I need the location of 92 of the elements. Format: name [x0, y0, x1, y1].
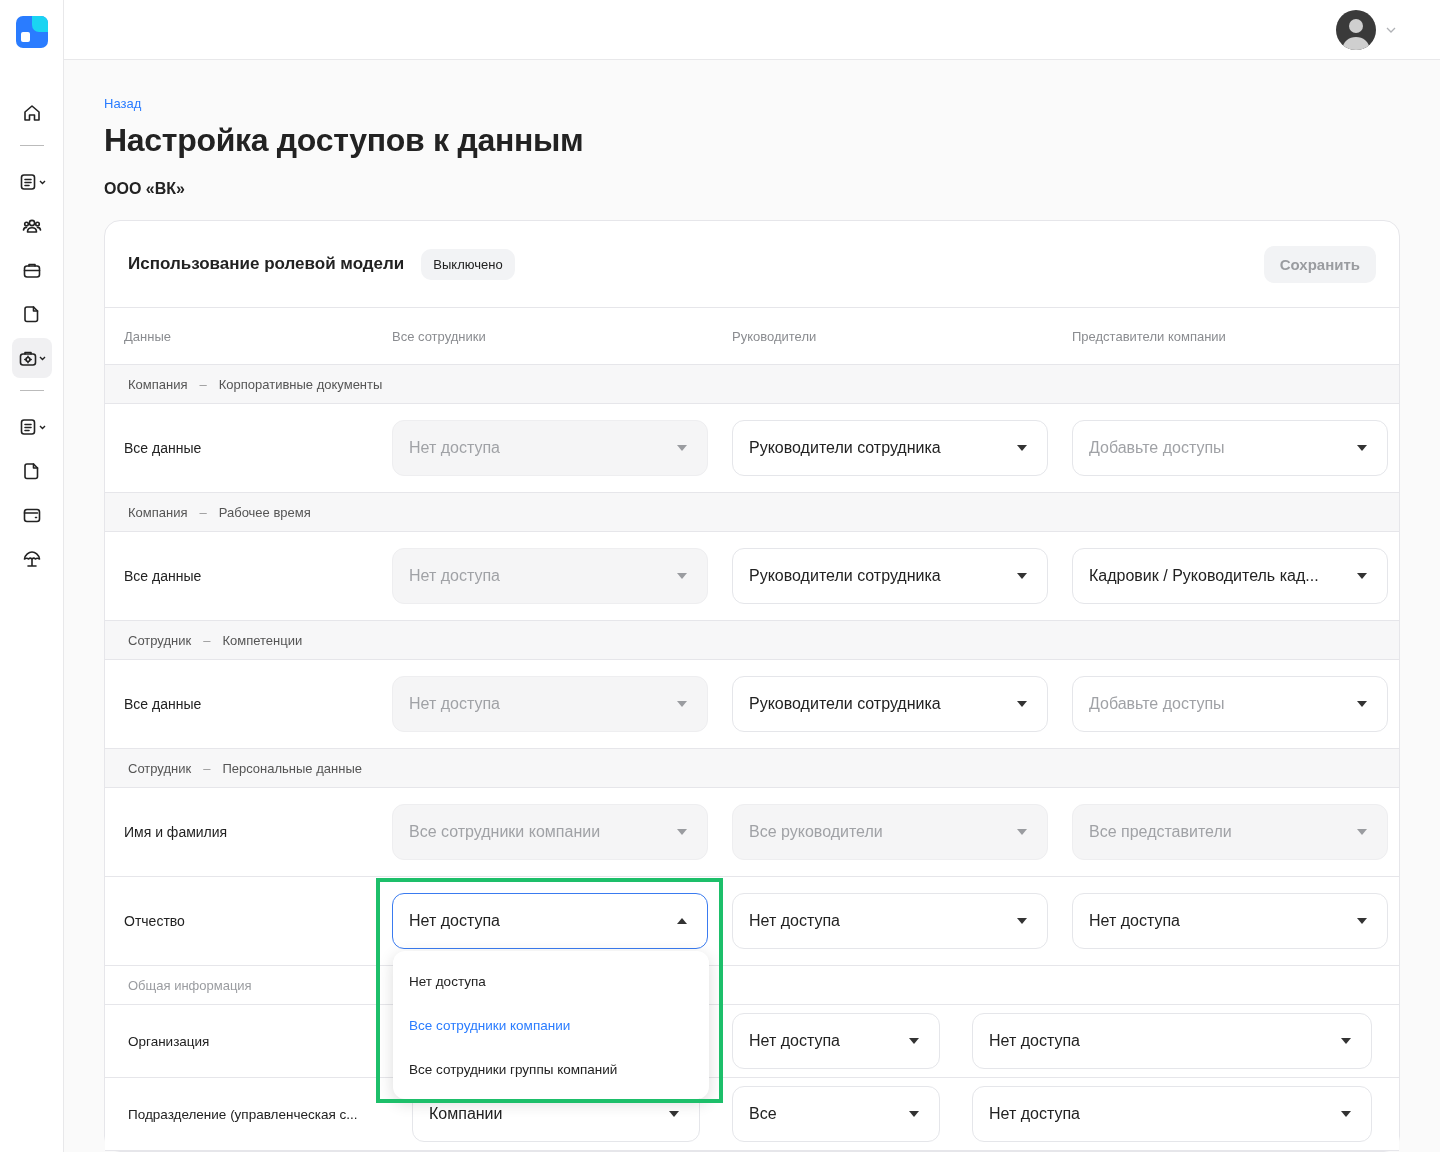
company-name: ООО «ВК»: [104, 180, 186, 198]
chevron-down-icon: [38, 179, 46, 185]
section-separator: –: [203, 760, 211, 776]
select-placeholder: Добавьте доступы: [1089, 439, 1226, 457]
caret-down-icon: [1017, 918, 1027, 924]
data-label: Отчество: [124, 913, 186, 929]
select-value: Нет доступа: [409, 912, 501, 930]
data-label: Все данные: [124, 440, 203, 456]
select-field[interactable]: Нет доступа: [732, 1013, 940, 1069]
column-header: Все сотрудники: [392, 328, 487, 344]
dropdown-option[interactable]: Все сотрудники компании: [393, 1003, 709, 1047]
data-label: Имя и фамилия: [124, 824, 229, 840]
back-link[interactable]: Назад: [104, 96, 142, 111]
select-field[interactable]: Нет доступа: [1072, 893, 1388, 949]
data-label: Все данные: [124, 568, 203, 584]
data-label: Подразделение (управленческая с...: [128, 1106, 359, 1122]
select-placeholder: Добавьте доступы: [1089, 695, 1226, 713]
caret-down-icon: [1357, 701, 1367, 707]
column-header: Руководители: [732, 328, 818, 344]
select-value: Кадровик / Руководитель кад...: [1089, 567, 1320, 585]
section-category: Компания: [128, 504, 188, 520]
select-value: Все руководители: [749, 823, 884, 841]
caret-down-icon: [1017, 445, 1027, 451]
select-value: Нет доступа: [1089, 912, 1181, 930]
caret-down-icon: [1017, 829, 1027, 835]
select-value: Нет доступа: [749, 912, 841, 930]
home-icon: [21, 103, 42, 123]
account-menu[interactable]: [1336, 9, 1396, 50]
select-value: Компании: [429, 1105, 504, 1123]
section-separator: –: [199, 376, 207, 392]
caret-down-icon: [669, 1111, 679, 1117]
caret-down-icon: [909, 1111, 919, 1117]
caret-down-icon: [1017, 701, 1027, 707]
select-value: Руководители сотрудника: [749, 695, 942, 713]
select-value: Нет доступа: [989, 1105, 1081, 1123]
select-value: Нет доступа: [989, 1032, 1081, 1050]
caret-down-icon: [1341, 1038, 1351, 1044]
select-field[interactable]: Руководители сотрудника: [732, 548, 1048, 604]
dropdown-option[interactable]: Нет доступа: [393, 959, 709, 1003]
section-subcategory: Рабочее время: [218, 504, 311, 520]
section-subcategory: Корпоративные документы: [218, 376, 383, 392]
caret-down-icon: [677, 829, 687, 835]
chevron-down-icon: [1386, 26, 1396, 33]
caret-down-icon: [677, 573, 687, 579]
select-value: Все сотрудники компании: [409, 823, 602, 841]
status-chip: Выключено: [421, 248, 515, 280]
section-category: Сотрудник: [128, 760, 192, 776]
caret-down-icon: [909, 1038, 919, 1044]
caret-down-icon: [1357, 445, 1367, 451]
section-separator: –: [203, 632, 211, 648]
data-label: Все данные: [124, 696, 203, 712]
select-value: Нет доступа: [749, 1032, 841, 1050]
select-field[interactable]: Руководители сотрудника: [732, 420, 1048, 476]
select-field[interactable]: Все: [732, 1086, 940, 1142]
data-label: Организация: [128, 1033, 211, 1049]
section-category: Компания: [128, 376, 188, 392]
caret-down-icon: [1357, 918, 1367, 924]
section-subcategory: Персональные данные: [222, 760, 362, 776]
caret-down-icon: [1357, 573, 1367, 579]
caret-down-icon: [1017, 573, 1027, 579]
select-value: Нет доступа: [409, 695, 501, 713]
chevron-down-icon: [38, 424, 46, 430]
section-subcategory: Компетенции: [222, 632, 303, 648]
select-value: Руководители сотрудника: [749, 567, 942, 585]
select-field[interactable]: Руководители сотрудника: [732, 676, 1048, 732]
section-category: Сотрудник: [128, 632, 192, 648]
page-title: Настройка доступов к данным: [104, 121, 585, 160]
caret-down-icon: [1357, 829, 1367, 835]
select-field[interactable]: Нет доступа: [392, 893, 708, 949]
chevron-down-icon: [38, 355, 46, 361]
umbrella-icon: [21, 549, 42, 569]
column-header: Данные: [124, 328, 172, 344]
select-field[interactable]: Нет доступа: [972, 1013, 1372, 1069]
select-field[interactable]: Кадровик / Руководитель кад...: [1072, 548, 1388, 604]
select-value: Все: [749, 1105, 778, 1123]
select-field[interactable]: Нет доступа: [972, 1086, 1372, 1142]
caret-up-icon: [677, 918, 687, 924]
section-category: Общая информация: [128, 977, 252, 993]
column-header: Представители компании: [1072, 328, 1227, 344]
select-value: Нет доступа: [409, 439, 501, 457]
select-value: Руководители сотрудника: [749, 439, 942, 457]
caret-down-icon: [677, 445, 687, 451]
select-value: Все представители: [1089, 823, 1233, 841]
select-field[interactable]: Нет доступа: [732, 893, 1048, 949]
card-title: Использование ролевой модели: [128, 254, 405, 274]
caret-down-icon: [677, 701, 687, 707]
select-value: Нет доступа: [409, 567, 501, 585]
caret-down-icon: [1341, 1111, 1351, 1117]
app-logo[interactable]: [15, 16, 48, 48]
avatar: [1336, 9, 1376, 50]
section-separator: –: [199, 504, 207, 520]
sidebar-item[interactable]: [11, 338, 52, 378]
